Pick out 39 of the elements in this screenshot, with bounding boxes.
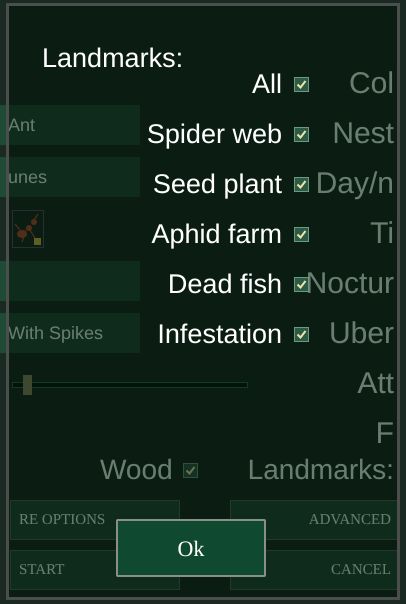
checkmark-icon: [296, 178, 307, 190]
checkbox[interactable]: [294, 76, 309, 92]
checkbox[interactable]: [294, 126, 309, 142]
landmarks-label: Landmarks:: [248, 453, 394, 487]
option-label: Aphid farm: [151, 218, 282, 251]
checkmark-icon: [296, 228, 307, 240]
checkbox[interactable]: [294, 176, 309, 192]
checkmark-icon: [296, 328, 307, 340]
dropdown[interactable]: Ant: [0, 105, 140, 145]
option-label: Dead fish: [168, 268, 282, 301]
setting-label: F: [376, 416, 394, 452]
option-label: Spider web: [146, 118, 282, 151]
setting-label: Att: [357, 366, 394, 402]
dialog-title: Landmarks:: [42, 42, 184, 75]
setting-label: Col: [348, 66, 394, 102]
checkmark-icon: [296, 278, 307, 290]
checkbox[interactable]: [182, 462, 198, 478]
ok-button[interactable]: Ok: [116, 519, 266, 577]
checkmark-icon: [296, 78, 307, 90]
checkbox[interactable]: [294, 226, 309, 242]
checkbox[interactable]: [294, 326, 309, 342]
setting-label: Uber: [328, 316, 394, 352]
slider-thumb[interactable]: [23, 375, 32, 395]
checkmark-icon: [184, 464, 196, 476]
dropdown-value: With Spikes: [8, 322, 104, 345]
setting-label: Nest: [332, 116, 394, 152]
wood-label: Wood: [100, 453, 173, 487]
dropdown-value: Ant: [8, 114, 36, 136]
checkmark-icon: [296, 128, 307, 140]
option-label: Seed plant: [152, 168, 282, 201]
slider-track[interactable]: [12, 375, 248, 395]
option-label: All: [252, 68, 282, 101]
option-label: Infestation: [157, 318, 282, 351]
dropdown[interactable]: unes: [0, 157, 140, 197]
dropdown[interactable]: With Spikes: [0, 313, 140, 353]
setting-label: Day/n: [316, 166, 394, 202]
dropdown-value: unes: [8, 166, 48, 188]
checkbox[interactable]: [294, 276, 309, 292]
setting-label: Ti: [370, 216, 394, 252]
